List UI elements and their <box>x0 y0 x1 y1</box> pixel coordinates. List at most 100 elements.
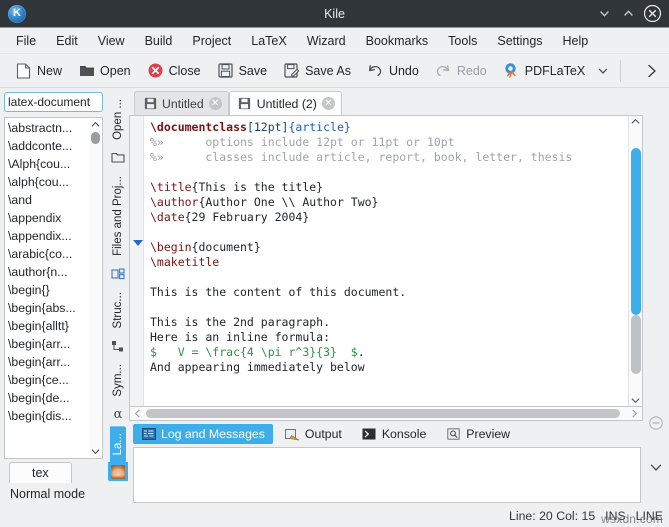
save-as-button[interactable]: Save As <box>276 59 358 82</box>
list-item[interactable]: \alph{cou... <box>5 173 102 191</box>
close-button[interactable] <box>641 3 663 25</box>
chevron-up-icon[interactable] <box>631 116 640 127</box>
build-tool-button[interactable]: PDFLaTeX <box>496 59 592 82</box>
sidebar-item-open-documents[interactable]: Open ... <box>110 92 126 147</box>
output-pen-icon <box>285 427 300 441</box>
list-item[interactable]: \appendix... <box>5 227 102 245</box>
chevron-down-icon[interactable] <box>91 446 100 457</box>
main-body: \abstractn... \addconte... \Alph{cou... … <box>0 89 669 505</box>
list-item[interactable]: \begin{arr... <box>5 335 102 353</box>
fold-triangle-icon[interactable] <box>133 240 143 246</box>
list-item[interactable]: \begin{arr... <box>5 353 102 371</box>
latex-command-list-scroll: \abstractn... \addconte... \Alph{cou... … <box>5 118 102 458</box>
undo-arrow-icon <box>367 62 384 79</box>
list-item[interactable]: \author{n... <box>5 263 102 281</box>
list-item[interactable]: \and <box>5 191 102 209</box>
latex-command-dock: \abstractn... \addconte... \Alph{cou... … <box>0 89 107 505</box>
close-icon[interactable]: ✕ <box>209 97 222 110</box>
scrollbar-thumb[interactable] <box>91 132 100 144</box>
chevron-left-icon[interactable] <box>131 409 144 418</box>
list-item[interactable]: \begin{abs... <box>5 299 102 317</box>
tab-preview-label: Preview <box>466 427 510 441</box>
chevron-down-icon[interactable] <box>649 462 663 476</box>
redo-button: Redo <box>428 59 494 82</box>
menu-edit[interactable]: Edit <box>46 31 88 51</box>
list-item[interactable]: \begin{dis... <box>5 407 102 425</box>
scrollbar-track[interactable] <box>631 127 641 395</box>
latex-command-search-input[interactable] <box>4 92 103 112</box>
new-button[interactable]: New <box>8 59 69 82</box>
code-line: \author{Author One \\ Author Two} <box>150 195 628 210</box>
tab-output[interactable]: Output <box>277 424 350 444</box>
menu-wizard[interactable]: Wizard <box>297 31 356 51</box>
tab-untitled-2-label: Untitled (2) <box>257 97 317 111</box>
build-tool-dropdown[interactable] <box>594 63 612 79</box>
tab-untitled-label: Untitled <box>162 97 204 111</box>
code-line: %» options include 12pt or 11pt or 10pt <box>150 135 628 150</box>
minimize-button[interactable] <box>593 3 615 25</box>
tab-untitled-2[interactable]: Untitled (2) ✕ <box>229 91 342 115</box>
toolbar-overflow-button[interactable] <box>638 63 669 79</box>
editor-horizontal-scrollbar[interactable] <box>129 407 643 421</box>
menu-build[interactable]: Build <box>135 31 183 51</box>
tab-untitled[interactable]: Untitled ✕ <box>134 91 229 115</box>
menu-tools[interactable]: Tools <box>438 31 487 51</box>
folding-margin[interactable] <box>130 116 144 406</box>
sidebar-item-symbols[interactable]: Sym... <box>110 357 126 404</box>
menu-latex[interactable]: LaTeX <box>241 31 296 51</box>
scrollbar-track[interactable] <box>91 130 100 446</box>
maximize-button[interactable] <box>617 3 639 25</box>
avatar <box>111 465 125 479</box>
list-item[interactable]: \begin{} <box>5 281 102 299</box>
close-icon[interactable]: ✕ <box>322 97 335 110</box>
latex-command-list-scrollbar[interactable] <box>90 119 101 457</box>
menu-bar: File Edit View Build Project LaTeX Wizar… <box>0 28 669 54</box>
collapse-circle-icon[interactable] <box>649 416 663 433</box>
sidebar-item-structure[interactable]: Struc... <box>110 285 126 335</box>
open-button[interactable]: Open <box>71 59 138 82</box>
structure-icon <box>108 337 128 355</box>
files-projects-icon <box>108 265 128 283</box>
scrollbar-thumb[interactable] <box>146 409 620 418</box>
code-editor[interactable]: \documentclass[12pt]{article}%» options … <box>129 115 643 407</box>
scrollbar-thumb-secondary[interactable] <box>631 315 641 374</box>
editor-vertical-scrollbar[interactable] <box>628 116 642 406</box>
list-item[interactable]: \Alph{cou... <box>5 155 102 173</box>
menu-file[interactable]: File <box>6 31 46 51</box>
save-button[interactable]: Save <box>210 59 275 82</box>
menu-help[interactable]: Help <box>553 31 599 51</box>
tab-konsole[interactable]: Konsole <box>354 424 434 444</box>
scrollbar-track[interactable] <box>144 409 628 418</box>
chevron-right-icon[interactable] <box>628 409 641 418</box>
tab-konsole-label: Konsole <box>382 427 426 441</box>
log-and-messages-output[interactable] <box>133 447 641 503</box>
tab-log-and-messages[interactable]: Log and Messages <box>133 424 273 444</box>
list-item[interactable]: \begin{de... <box>5 389 102 407</box>
menu-bookmarks[interactable]: Bookmarks <box>356 31 439 51</box>
close-red-icon <box>147 62 164 79</box>
list-item[interactable]: \begin{alltt} <box>5 317 102 335</box>
code-token: %» options include 12pt or 11pt or 10pt <box>150 135 455 149</box>
list-item[interactable]: \appendix <box>5 209 102 227</box>
menu-view[interactable]: View <box>88 31 135 51</box>
code-content[interactable]: \documentclass[12pt]{article}%» options … <box>144 116 628 406</box>
menu-settings[interactable]: Settings <box>487 31 552 51</box>
list-item[interactable]: \arabic{co... <box>5 245 102 263</box>
new-button-label: New <box>37 64 62 78</box>
chevron-down-icon[interactable] <box>631 395 640 406</box>
new-document-icon <box>15 62 32 79</box>
undo-button[interactable]: Undo <box>360 59 426 82</box>
sidebar-item-latex[interactable]: La... <box>110 426 126 462</box>
code-token: \title <box>150 180 192 194</box>
list-item[interactable]: \begin{ce... <box>5 371 102 389</box>
tab-tex[interactable]: tex <box>9 462 72 483</box>
close-button-toolbar[interactable]: Close <box>140 59 208 82</box>
list-item[interactable]: \abstractn... <box>5 119 102 137</box>
scrollbar-thumb[interactable] <box>631 148 641 314</box>
menu-project[interactable]: Project <box>182 31 241 51</box>
sidebar-item-files-and-projects[interactable]: Files and Proj... <box>110 169 126 263</box>
tab-preview[interactable]: Preview <box>438 424 518 444</box>
list-item[interactable]: \addconte... <box>5 137 102 155</box>
latex-command-list[interactable]: \abstractn... \addconte... \Alph{cou... … <box>4 117 103 459</box>
chevron-up-icon[interactable] <box>91 119 100 130</box>
